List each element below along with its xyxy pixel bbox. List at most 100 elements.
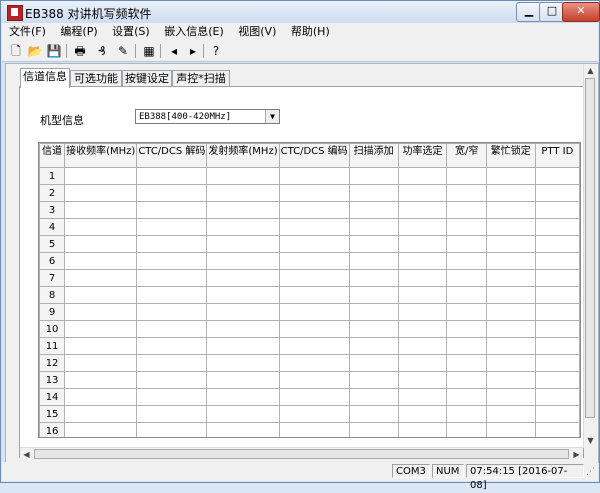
table-cell[interactable] bbox=[206, 303, 280, 321]
table-cell[interactable] bbox=[278, 269, 350, 287]
table-cell[interactable] bbox=[534, 252, 580, 270]
table-cell[interactable] bbox=[278, 303, 350, 321]
table-cell[interactable] bbox=[534, 337, 580, 355]
table-cell[interactable] bbox=[278, 252, 350, 270]
table-cell[interactable] bbox=[446, 320, 487, 338]
table-cell[interactable] bbox=[348, 269, 399, 287]
scroll-up-icon[interactable]: ▲ bbox=[584, 64, 597, 77]
table-cell[interactable] bbox=[446, 286, 487, 304]
col-header-ptt-id[interactable]: PTT ID bbox=[534, 143, 580, 168]
table-cell[interactable] bbox=[446, 235, 487, 253]
table-cell[interactable] bbox=[64, 388, 138, 406]
table-cell[interactable] bbox=[446, 252, 487, 270]
table-cell[interactable] bbox=[278, 371, 350, 389]
table-cell[interactable] bbox=[348, 201, 399, 219]
menu-embedded-info[interactable]: 嵌入信息(E) bbox=[160, 23, 228, 41]
table-cell[interactable] bbox=[348, 422, 399, 437]
col-header-scan-add[interactable]: 扫描添加 bbox=[348, 143, 399, 168]
table-cell[interactable] bbox=[446, 218, 487, 236]
table-cell[interactable] bbox=[446, 388, 487, 406]
table-cell[interactable] bbox=[397, 269, 448, 287]
table-cell[interactable] bbox=[397, 184, 448, 202]
table-cell[interactable] bbox=[446, 422, 487, 437]
table-cell[interactable] bbox=[206, 235, 280, 253]
table-cell[interactable] bbox=[136, 286, 208, 304]
scroll-left-icon[interactable]: ◀ bbox=[20, 448, 33, 461]
table-cell[interactable] bbox=[348, 405, 399, 423]
table-cell[interactable] bbox=[64, 167, 138, 185]
table-cell[interactable] bbox=[446, 354, 487, 372]
table-cell[interactable] bbox=[446, 303, 487, 321]
table-cell[interactable] bbox=[397, 167, 448, 185]
horizontal-scrollbar[interactable]: ◀ ▶ bbox=[20, 447, 583, 461]
table-cell[interactable] bbox=[534, 354, 580, 372]
table-cell[interactable] bbox=[534, 388, 580, 406]
table-cell[interactable] bbox=[397, 337, 448, 355]
table-cell[interactable] bbox=[348, 252, 399, 270]
table-cell[interactable] bbox=[206, 184, 280, 202]
table-cell[interactable] bbox=[446, 269, 487, 287]
table-cell[interactable] bbox=[278, 235, 350, 253]
table-cell[interactable] bbox=[206, 286, 280, 304]
table-cell[interactable] bbox=[534, 269, 580, 287]
table-cell[interactable] bbox=[485, 320, 536, 338]
table-cell[interactable] bbox=[397, 218, 448, 236]
vertical-scrollbar[interactable]: ▲ ▼ bbox=[583, 64, 597, 448]
table-cell[interactable] bbox=[534, 201, 580, 219]
table-cell[interactable] bbox=[534, 320, 580, 338]
table-cell[interactable] bbox=[64, 269, 138, 287]
table-cell[interactable] bbox=[136, 354, 208, 372]
table-cell[interactable] bbox=[485, 388, 536, 406]
col-header-encode[interactable]: CTC/DCS 编码 bbox=[278, 143, 350, 168]
table-cell[interactable] bbox=[278, 388, 350, 406]
table-cell[interactable] bbox=[485, 286, 536, 304]
table-cell[interactable] bbox=[534, 235, 580, 253]
table-cell[interactable] bbox=[206, 320, 280, 338]
table-cell[interactable] bbox=[534, 184, 580, 202]
table-cell[interactable] bbox=[278, 218, 350, 236]
table-cell[interactable] bbox=[446, 167, 487, 185]
table-cell[interactable] bbox=[136, 371, 208, 389]
table-cell[interactable] bbox=[534, 422, 580, 437]
menu-program[interactable]: 编程(P) bbox=[56, 23, 101, 41]
scroll-down-icon[interactable]: ▼ bbox=[584, 434, 597, 447]
table-cell[interactable] bbox=[64, 252, 138, 270]
table-cell[interactable] bbox=[485, 371, 536, 389]
table-cell[interactable] bbox=[136, 184, 208, 202]
write-radio-icon[interactable]: ✎ bbox=[115, 43, 131, 59]
table-cell[interactable] bbox=[397, 286, 448, 304]
table-cell[interactable] bbox=[446, 337, 487, 355]
table-cell[interactable] bbox=[206, 201, 280, 219]
table-cell[interactable] bbox=[485, 269, 536, 287]
table-cell[interactable] bbox=[446, 201, 487, 219]
table-cell[interactable] bbox=[278, 320, 350, 338]
model-select[interactable]: EB388[400-420MHz] ▼ bbox=[135, 109, 280, 124]
table-cell[interactable] bbox=[348, 167, 399, 185]
table-cell[interactable] bbox=[348, 388, 399, 406]
table-cell[interactable] bbox=[278, 184, 350, 202]
table-cell[interactable] bbox=[278, 422, 350, 437]
menu-file[interactable]: 文件(F) bbox=[5, 23, 50, 41]
resize-grip-icon[interactable]: ⋰ bbox=[586, 467, 595, 477]
table-cell[interactable] bbox=[278, 405, 350, 423]
menu-view[interactable]: 视图(V) bbox=[234, 23, 280, 41]
table-cell[interactable] bbox=[534, 405, 580, 423]
table-cell[interactable] bbox=[534, 371, 580, 389]
table-cell[interactable] bbox=[206, 422, 280, 437]
table-cell[interactable] bbox=[278, 354, 350, 372]
save-icon[interactable]: 💾 bbox=[46, 43, 62, 59]
table-cell[interactable] bbox=[136, 337, 208, 355]
table-cell[interactable] bbox=[485, 184, 536, 202]
open-folder-icon[interactable]: 📂 bbox=[27, 43, 43, 59]
table-cell[interactable] bbox=[206, 252, 280, 270]
table-cell[interactable] bbox=[397, 371, 448, 389]
table-cell[interactable] bbox=[397, 354, 448, 372]
col-header-decode[interactable]: CTC/DCS 解码 bbox=[136, 143, 208, 168]
menu-settings[interactable]: 设置(S) bbox=[108, 23, 154, 41]
table-cell[interactable] bbox=[485, 422, 536, 437]
table-cell[interactable] bbox=[206, 218, 280, 236]
help-icon[interactable]: ? bbox=[208, 43, 224, 59]
menu-help[interactable]: 帮助(H) bbox=[287, 23, 334, 41]
table-cell[interactable] bbox=[136, 167, 208, 185]
col-header-tx-freq[interactable]: 发射频率(MHz) bbox=[206, 143, 280, 168]
